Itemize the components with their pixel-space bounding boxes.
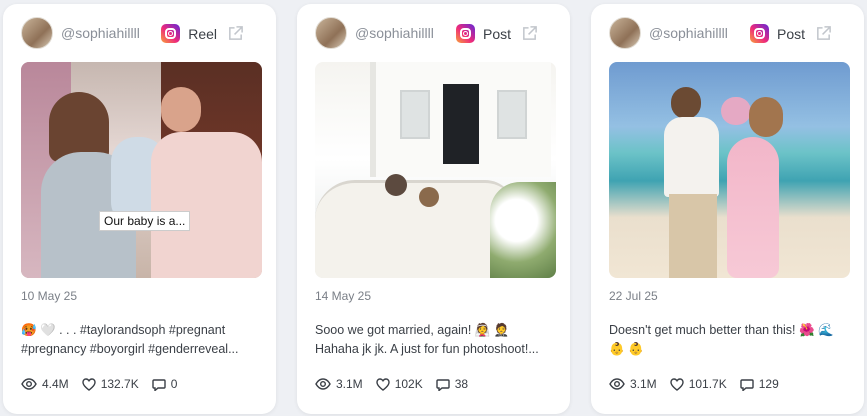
avatar[interactable]: [21, 17, 53, 49]
platform-badge: Post: [455, 24, 538, 43]
avatar[interactable]: [315, 17, 347, 49]
external-link-icon[interactable]: [815, 25, 832, 42]
post-thumbnail[interactable]: Our baby is a...: [21, 62, 262, 278]
heart-icon: [375, 377, 390, 391]
comments-stat: 0: [152, 377, 178, 391]
engagement-stats: 3.1M 102K 38: [315, 377, 554, 391]
caption-line: Hahaha jk jk. A just for fun photoshoot!…: [315, 342, 539, 356]
post-date: 10 May 25: [21, 289, 78, 303]
comment-icon: [152, 378, 166, 391]
groom-head: [385, 174, 407, 196]
card-header: @sophiahillll Post: [315, 4, 554, 62]
eye-icon: [609, 378, 625, 390]
likes-stat: 101.7K: [669, 377, 727, 391]
caption-line: #pregnancy #boyorgirl #genderreveal...: [21, 342, 239, 356]
caption-line: Doesn't get much better than this! 🌺 🌊: [609, 323, 834, 337]
eye-icon: [315, 378, 331, 390]
heart-icon: [81, 377, 96, 391]
image-caption-overlay: Our baby is a...: [99, 211, 191, 231]
post-card[interactable]: @sophiahillll Post 22 Jul 25 Doesn't get…: [591, 4, 864, 414]
instagram-icon: [455, 24, 475, 43]
window: [400, 90, 430, 139]
views-stat: 4.4M: [21, 377, 69, 391]
bride-head: [419, 187, 439, 207]
views-count: 3.1M: [336, 377, 363, 391]
comment-icon: [436, 378, 450, 391]
post-caption: Doesn't get much better than this! 🌺 🌊 👶…: [609, 321, 848, 361]
comment-icon: [740, 378, 754, 391]
external-link-icon[interactable]: [227, 25, 244, 42]
engagement-stats: 3.1M 101.7K 129: [609, 377, 848, 391]
heart-icon: [669, 377, 684, 391]
post-type-label: Post: [482, 25, 511, 42]
man-shirt: [151, 132, 262, 278]
instagram-icon: [161, 24, 181, 43]
woman-dress: [727, 137, 779, 278]
post-thumbnail[interactable]: [315, 62, 556, 278]
comments-stat: 38: [436, 377, 468, 391]
post-thumbnail[interactable]: [609, 62, 850, 278]
likes-count: 132.7K: [100, 377, 139, 391]
post-type-label: Reel: [188, 25, 217, 42]
white-flowers: [490, 182, 556, 278]
man-head: [161, 87, 201, 132]
caption-line: 🥵 🤍 . . . #taylorandsoph #pregnant: [21, 323, 226, 337]
man-shirt: [664, 117, 719, 197]
avatar[interactable]: [609, 17, 641, 49]
vintage-car: [315, 180, 515, 278]
comments-count: 129: [758, 377, 779, 391]
engagement-stats: 4.4M 132.7K 0: [21, 377, 260, 391]
man-pants: [669, 194, 717, 278]
woman-hair: [749, 97, 783, 137]
account-handle[interactable]: @sophiahillll: [61, 25, 140, 41]
platform-badge: Reel: [161, 24, 244, 43]
post-caption: Sooo we got married, again! 👰 🤵 Hahaha j…: [315, 321, 554, 361]
likes-stat: 102K: [375, 377, 423, 391]
likes-stat: 132.7K: [81, 377, 139, 391]
window: [497, 90, 527, 139]
caption-line: Sooo we got married, again! 👰 🤵: [315, 323, 510, 337]
man-head: [671, 87, 701, 119]
likes-count: 101.7K: [688, 377, 727, 391]
account-handle[interactable]: @sophiahillll: [355, 25, 434, 41]
platform-badge: Post: [749, 24, 832, 43]
eye-icon: [21, 378, 37, 390]
baby: [721, 97, 751, 125]
likes-count: 102K: [394, 377, 423, 391]
comments-stat: 129: [740, 377, 779, 391]
external-link-icon[interactable]: [521, 25, 538, 42]
caption-line: 👶 👶: [609, 342, 644, 356]
post-caption: 🥵 🤍 . . . #taylorandsoph #pregnant #preg…: [21, 321, 260, 361]
views-stat: 3.1M: [609, 377, 657, 391]
card-header: @sophiahillll Reel: [21, 4, 260, 62]
comments-count: 38: [454, 377, 469, 391]
views-count: 3.1M: [630, 377, 657, 391]
front-door: [443, 84, 479, 164]
post-card[interactable]: @sophiahillll Reel Our baby is a... 10 M…: [3, 4, 276, 414]
post-type-label: Post: [776, 25, 805, 42]
post-date: 14 May 25: [315, 289, 372, 303]
post-date: 22 Jul 25: [609, 289, 658, 303]
card-header: @sophiahillll Post: [609, 4, 848, 62]
comments-count: 0: [170, 377, 178, 391]
account-handle[interactable]: @sophiahillll: [649, 25, 728, 41]
views-stat: 3.1M: [315, 377, 363, 391]
instagram-icon: [749, 24, 769, 43]
views-count: 4.4M: [42, 377, 69, 391]
post-card[interactable]: @sophiahillll Post 14 May 25 Sooo we got…: [297, 4, 570, 414]
